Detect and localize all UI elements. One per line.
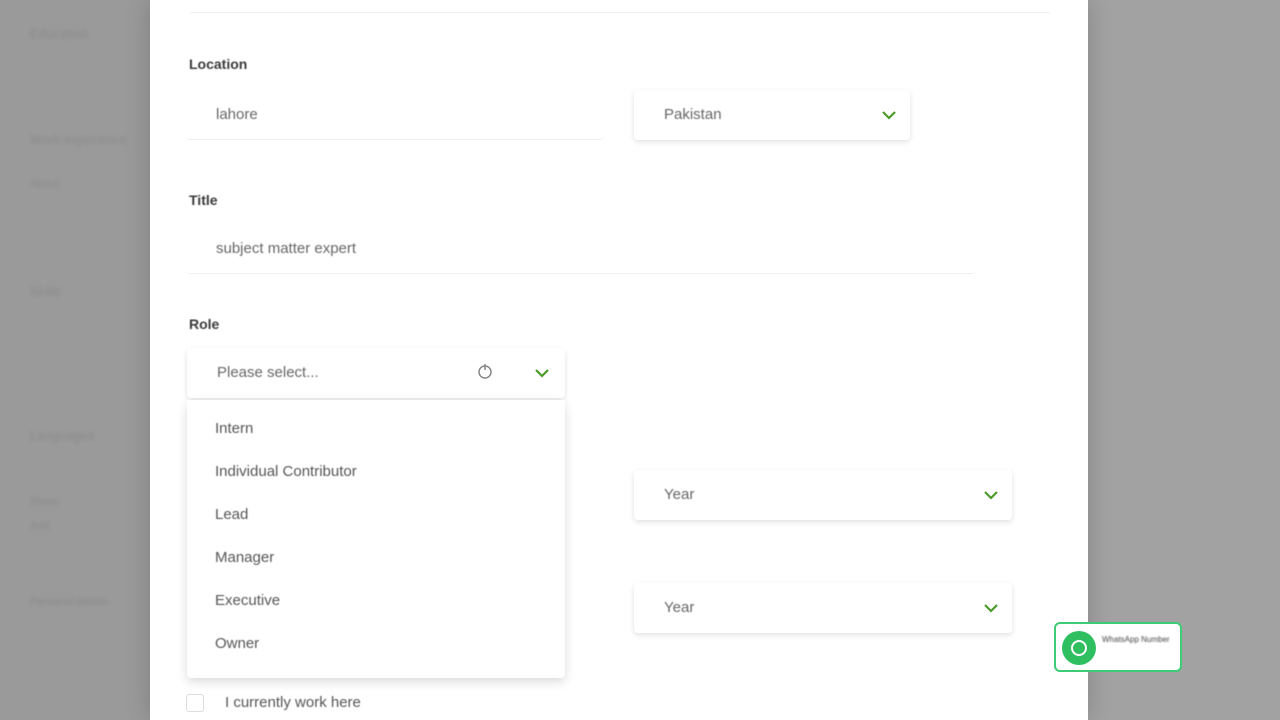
role-option-owner[interactable]: Owner	[215, 635, 259, 652]
role-select[interactable]: Please select...	[187, 348, 565, 398]
role-label: Role	[189, 316, 220, 332]
chevron-down-icon	[984, 491, 998, 500]
role-option-manager[interactable]: Manager	[215, 549, 274, 566]
whatsapp-icon	[1062, 631, 1096, 665]
start-year-value: Year	[664, 486, 695, 503]
hand-cursor-icon	[478, 364, 492, 379]
bg-nav-item: Languages	[30, 428, 95, 443]
divider	[190, 12, 1050, 13]
current-job-checkbox[interactable]	[186, 694, 204, 712]
title-value: subject matter expert	[216, 240, 357, 257]
bg-overlay-right	[1088, 0, 1280, 720]
chevron-down-icon	[882, 111, 896, 120]
title-input[interactable]: subject matter expert	[186, 224, 976, 274]
start-year-select[interactable]: Year	[634, 470, 1012, 520]
role-dropdown-menu: Intern Individual Contributor Lead Manag…	[187, 400, 565, 678]
current-job-label: I currently work here	[225, 694, 361, 711]
whatsapp-badge-text: WhatsApp Number	[1102, 635, 1170, 644]
experience-modal: Location lahore Pakistan Title subject m…	[150, 0, 1088, 720]
bg-nav-item: Add	[30, 520, 50, 532]
city-input[interactable]: lahore	[186, 90, 604, 140]
role-option-individual-contributor[interactable]: Individual Contributor	[215, 463, 357, 480]
bg-nav-item: About	[30, 178, 59, 190]
location-label: Location	[189, 56, 248, 72]
role-option-lead[interactable]: Lead	[215, 506, 248, 523]
chevron-down-icon	[535, 369, 549, 378]
chevron-down-icon	[984, 604, 998, 613]
title-label: Title	[189, 192, 218, 208]
whatsapp-badge[interactable]: WhatsApp Number	[1054, 622, 1182, 672]
role-option-intern[interactable]: Intern	[215, 420, 253, 437]
bg-nav-item: Work experience	[30, 132, 128, 147]
bg-nav-item: Share	[30, 496, 60, 508]
role-option-executive[interactable]: Executive	[215, 592, 280, 609]
bg-nav-item: Personal details	[30, 596, 109, 608]
bg-nav-item: Skills	[30, 284, 61, 299]
end-year-value: Year	[664, 599, 695, 616]
end-year-select[interactable]: Year	[634, 583, 1012, 633]
bg-nav-item: Education	[30, 26, 88, 41]
country-select[interactable]: Pakistan	[634, 90, 910, 140]
city-value: lahore	[216, 106, 258, 123]
country-value: Pakistan	[664, 106, 722, 123]
role-placeholder: Please select...	[217, 364, 319, 381]
